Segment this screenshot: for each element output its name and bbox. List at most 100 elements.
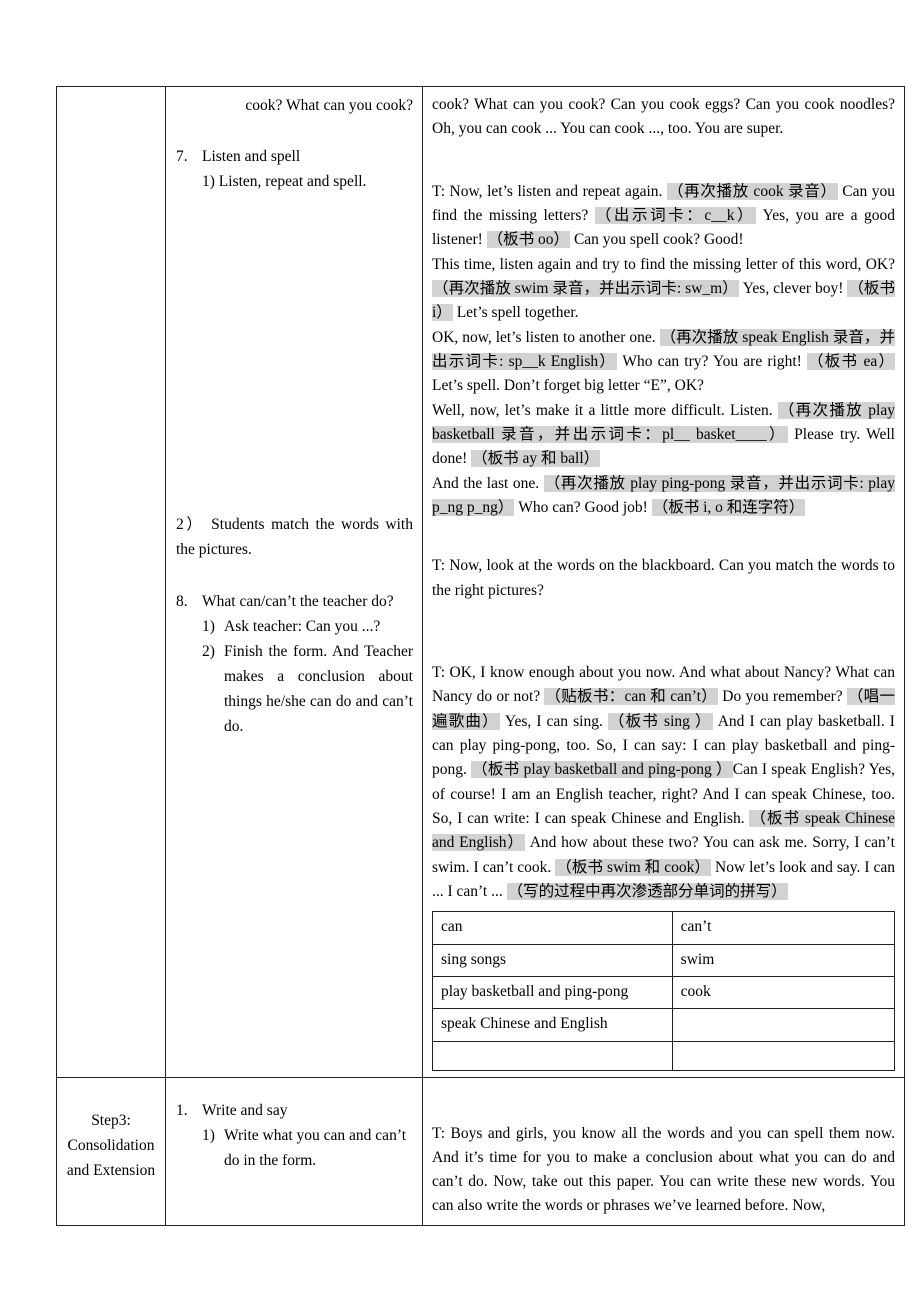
table-row: Step3: Consolidation and Extension 1. Wr… xyxy=(56,1076,905,1226)
script-block-listen-and-spell: T: Now, let’s listen and repeat again. （… xyxy=(432,180,895,253)
script-text: OK, now, let’s listen to another one. xyxy=(432,328,660,346)
form-cell: sing songs xyxy=(432,943,673,977)
item-sub-label: Students match the words with the pictur… xyxy=(176,516,413,559)
item-sub-label: Write what you can and can’t do in the f… xyxy=(224,1126,407,1169)
highlighted-stage-direction: （板书 ay 和 ball） xyxy=(471,450,601,468)
highlighted-stage-direction: （出示词卡：c__k） xyxy=(594,206,757,224)
script-text: T: Now, let’s listen and repeat again. xyxy=(432,182,667,200)
procedure-item-8-sub-1: 1) Ask teacher: Can you ...? xyxy=(202,614,413,639)
script-block-speak-english-spelling: OK, now, let’s listen to another one. （再… xyxy=(432,326,895,399)
script-text: Let’s spell. Don’t forget big letter “E”… xyxy=(432,377,704,395)
item-title: Write and say xyxy=(202,1101,288,1119)
script-text: Who can try? You are right! xyxy=(617,352,807,370)
script-cell: T: Boys and girls, you know all the word… xyxy=(422,1076,905,1226)
form-cell xyxy=(671,1008,896,1042)
document-page: cook? What can you cook? 7. Listen and s… xyxy=(0,0,920,1302)
script-continued-paragraph: cook? What can you cook? Can you cook eg… xyxy=(432,96,895,138)
highlighted-stage-direction: （板书 oo） xyxy=(486,231,571,249)
item-sub-text: 1) Listen, repeat and spell. xyxy=(202,169,413,194)
procedure-item-7-sub-1: 1) Listen, repeat and spell. xyxy=(202,169,413,194)
form-row: speak Chinese and English xyxy=(432,1008,896,1042)
item-number: 1. xyxy=(176,1101,188,1119)
highlighted-stage-direction: （板书 sing ） xyxy=(607,712,713,730)
highlighted-stage-direction: （写的过程中再次渗透部分单词的拼写） xyxy=(506,882,788,900)
step-cell: Step3: Consolidation and Extension xyxy=(56,1076,166,1226)
item-number: 8. xyxy=(176,592,188,610)
procedure-item-match: 2） Students match the words with the pic… xyxy=(176,512,413,562)
script-block-match-words: T: Now, look at the words on the blackbo… xyxy=(432,554,895,603)
item-sub-number: 1) xyxy=(202,617,215,635)
form-cell: play basketball and ping-pong xyxy=(432,975,673,1010)
item-number: 7. xyxy=(176,148,188,166)
script-cell: cook? What can you cook? Can you cook eg… xyxy=(422,86,905,1078)
highlighted-stage-direction: （板书 swim 和 cook） xyxy=(555,858,712,876)
form-header-cell: can’t xyxy=(671,911,896,945)
highlighted-stage-direction: （板书 i, o 和连字符） xyxy=(651,498,806,516)
highlighted-stage-direction: （贴板书：can 和 can’t） xyxy=(544,688,719,706)
script-text: This time, listen again and try to find … xyxy=(432,255,895,273)
highlighted-stage-direction: （板书 play basketball and ping-pong ） xyxy=(471,761,733,779)
procedure-item-7: 7. Listen and spell xyxy=(176,144,413,169)
highlighted-stage-direction: （再次播放 cook 录音） xyxy=(666,182,838,200)
form-table-body: can can’t sing songs swim play basketball an… xyxy=(432,911,896,1071)
form-cell xyxy=(432,1040,673,1071)
procedure-item-1-sub-1: 1) Write what you can and can’t do in th… xyxy=(202,1123,413,1173)
script-text: T: Boys and girls, you know all the word… xyxy=(432,1124,895,1215)
script-text: Well, now, let’s make it a little more d… xyxy=(432,401,778,419)
form-row xyxy=(432,1040,896,1071)
item-sub-number: 1) xyxy=(202,1126,215,1144)
script-text: Do you remember? xyxy=(718,688,847,706)
procedure-item-1: 1. Write and say xyxy=(176,1098,413,1123)
item-sub-label: Listen, repeat and spell. xyxy=(218,173,367,191)
item-sub-text: 2） Students match the words with the pic… xyxy=(176,512,413,562)
script-text: Can you spell cook? Good! xyxy=(570,231,744,249)
step-label xyxy=(57,87,165,125)
script-text: And the last one. xyxy=(432,474,544,492)
procedure-item-8: 8. What can/can’t the teacher do? xyxy=(176,589,413,614)
item-sub-number: 1) xyxy=(202,173,215,191)
script-text: Who can? Good job! xyxy=(514,498,652,516)
form-cell: speak Chinese and English xyxy=(432,1008,673,1042)
form-cell: swim xyxy=(671,943,896,977)
procedure-continued-line: cook? What can you cook? xyxy=(245,97,413,114)
item-sub-label: Finish the form. And Teacher makes a con… xyxy=(224,642,413,736)
form-row: play basketball and ping-pong cook xyxy=(432,975,896,1010)
item-sub-number: 2） xyxy=(176,516,205,534)
form-cell xyxy=(671,1040,896,1071)
lesson-plan-table: cook? What can you cook? 7. Listen and s… xyxy=(56,86,905,1226)
script-block-play-basketball-spelling: Well, now, let’s make it a little more d… xyxy=(432,399,895,472)
can-cant-form-table: can can’t sing songs swim play basketball an… xyxy=(432,911,896,1071)
step-cell xyxy=(56,86,166,1078)
procedure-cell: cook? What can you cook? 7. Listen and s… xyxy=(165,86,423,1078)
procedure-item-8-sub-2: 2) Finish the form. And Teacher makes a … xyxy=(202,639,413,739)
form-header-cell: can xyxy=(432,911,673,945)
script-block-teacher-can-cant: T: OK, I know enough about you now. And … xyxy=(432,661,895,904)
item-sub-number: 2) xyxy=(202,642,215,660)
script-block-swim-spelling: This time, listen again and try to find … xyxy=(432,253,895,326)
script-text: Let’s spell together. xyxy=(452,304,579,322)
script-text: Yes, I can sing. xyxy=(499,712,608,730)
script-block-write-and-say: T: Boys and girls, you know all the word… xyxy=(432,1122,895,1219)
step-label-step3: Step3: Consolidation and Extension xyxy=(66,1111,156,1179)
script-text: Yes, clever boy! xyxy=(738,279,848,297)
item-title: What can/can’t the teacher do? xyxy=(202,592,394,610)
form-cell: cook xyxy=(671,975,896,1010)
script-text: T: Now, look at the words on the blackbo… xyxy=(432,557,895,599)
form-row: sing songs swim xyxy=(432,943,896,977)
table-row: cook? What can you cook? 7. Listen and s… xyxy=(56,86,905,1078)
form-header-row: can can’t xyxy=(432,911,896,945)
highlighted-stage-direction: （再次播放 swim 录音，并出示词卡: sw_m） xyxy=(432,279,739,297)
highlighted-stage-direction: （板书 ea） xyxy=(806,352,895,370)
procedure-cell: 1. Write and say 1) Write what you can a… xyxy=(165,1076,423,1226)
script-block-play-ping-pong-spelling: And the last one. （再次播放 play ping-pong 录… xyxy=(432,472,895,521)
item-title: Listen and spell xyxy=(202,148,301,166)
item-sub-label: Ask teacher: Can you ...? xyxy=(224,617,381,635)
